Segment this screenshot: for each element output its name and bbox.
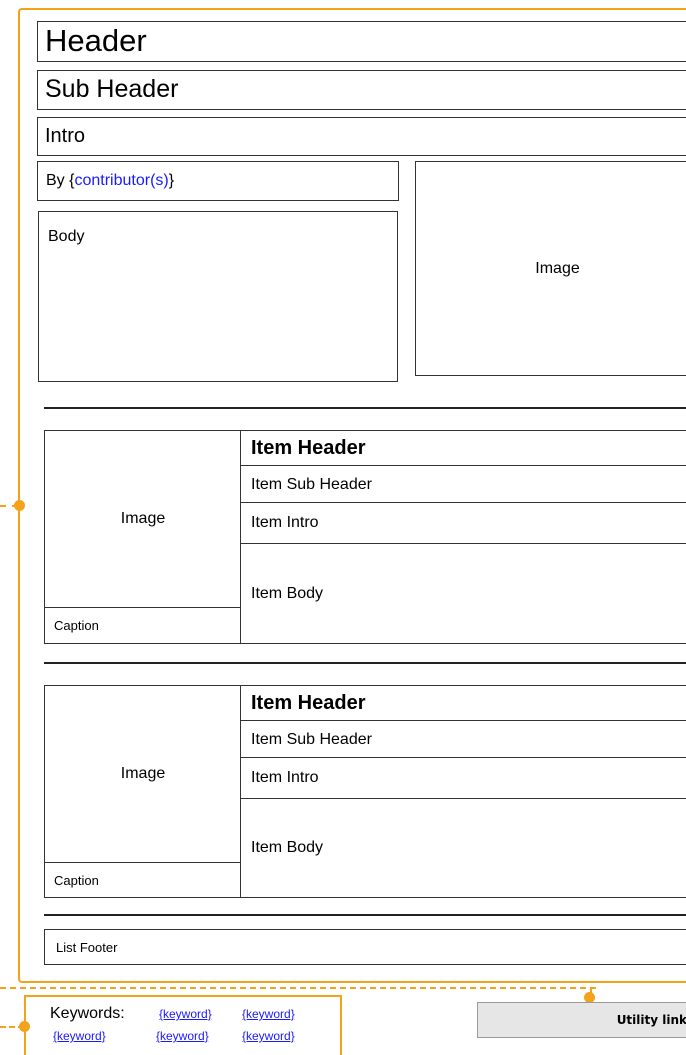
utility-link-label: Utility link	[616, 1013, 686, 1027]
connector-dashed-bottom	[0, 987, 596, 989]
article-image: Image	[415, 161, 686, 376]
article-sub-header: Sub Header	[37, 70, 686, 110]
keyword-link[interactable]: {keyword}	[242, 1029, 295, 1043]
byline-suffix: }	[168, 172, 175, 189]
item-body: Item Body	[241, 798, 686, 897]
item-image: Image	[45, 686, 241, 862]
item-image-label: Image	[120, 765, 166, 782]
keyword-link[interactable]: {keyword}	[53, 1029, 106, 1043]
divider-3	[44, 914, 686, 916]
keywords-frame	[24, 995, 342, 1055]
article-body: Body	[38, 211, 398, 382]
item-intro: Item Intro	[241, 757, 686, 798]
item-sub-header: Item Sub Header	[241, 720, 686, 758]
item-intro: Item Intro	[241, 502, 686, 543]
item-body: Item Body	[241, 543, 686, 643]
keyword-link[interactable]: {keyword}	[159, 1007, 212, 1021]
connector-dot-1	[14, 500, 25, 511]
utility-link-button[interactable]: Utility link	[477, 1002, 686, 1038]
article-header: Header	[37, 21, 686, 62]
keyword-link[interactable]: {keyword}	[156, 1029, 209, 1043]
divider-1	[44, 407, 686, 409]
byline-prefix: By {	[46, 172, 75, 189]
article-body-label: Body	[48, 228, 85, 245]
divider-2	[44, 662, 686, 664]
item-header: Item Header	[251, 692, 366, 714]
contributor-link[interactable]: contributor(s)	[74, 172, 168, 190]
item-image: Image	[45, 431, 241, 607]
keyword-link[interactable]: {keyword}	[242, 1007, 295, 1021]
item-sub-header: Item Sub Header	[241, 465, 686, 503]
item-caption: Caption	[45, 607, 241, 643]
article-image-label: Image	[535, 259, 580, 277]
item-caption: Caption	[45, 862, 241, 897]
item-header: Item Header	[251, 437, 366, 459]
article-byline: By {contributor(s)}	[37, 161, 399, 201]
list-footer: List Footer	[44, 929, 686, 965]
keywords-label: Keywords:	[50, 1005, 125, 1022]
article-intro: Intro	[37, 117, 686, 156]
item-image-label: Image	[120, 510, 166, 527]
